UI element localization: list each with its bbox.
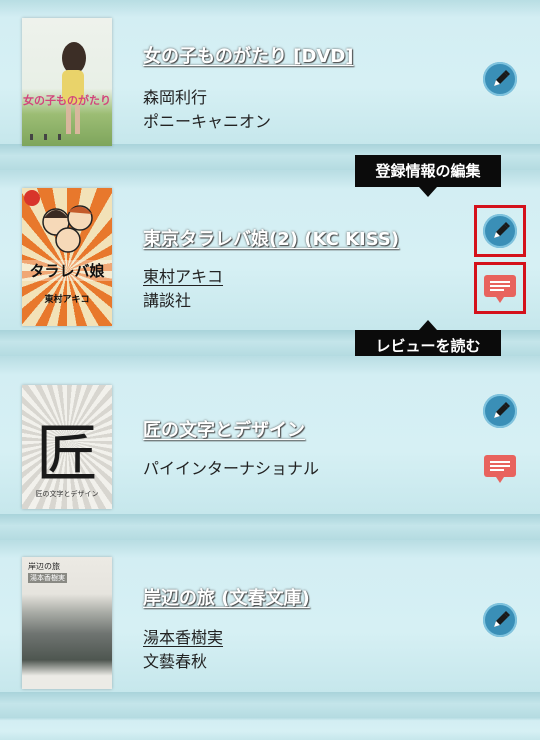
pencil-icon	[494, 611, 510, 627]
pencil-icon	[494, 222, 510, 238]
book-author: 森岡利行	[143, 88, 208, 107]
cover-title: タラレバ娘	[22, 260, 112, 281]
book-publisher: ポニーキャニオン	[143, 112, 272, 131]
row-separator	[0, 692, 540, 718]
cover-author: 東村アキコ	[44, 295, 90, 305]
next-row-partial	[0, 718, 540, 740]
book-title-link[interactable]: 女の子ものがたり [DVD]	[143, 42, 354, 68]
cover-art	[24, 190, 93, 253]
cover-art	[30, 42, 86, 140]
edit-button[interactable]	[483, 603, 517, 637]
book-cover-3[interactable]: 匠 匠の文字とデザイン	[22, 385, 112, 509]
book-publisher: パイインターナショナル	[143, 459, 320, 478]
book-publisher: 講談社	[143, 291, 192, 310]
cover-title: 岸辺の旅	[28, 562, 60, 571]
book-cover-2[interactable]: タラレバ娘 東村アキコ	[22, 188, 112, 326]
cover-title: 匠	[35, 417, 98, 490]
speech-bubble-icon	[484, 455, 516, 483]
review-button[interactable]	[482, 453, 518, 485]
row-separator	[0, 514, 540, 540]
book-author-link[interactable]: 東村アキコ	[143, 263, 223, 287]
book-publisher: 文藝春秋	[143, 652, 208, 671]
book-title-link[interactable]: 東京タラレバ娘(2) (KC KISS)	[143, 225, 399, 251]
speech-bubble-icon	[484, 275, 516, 303]
review-button[interactable]	[482, 273, 518, 305]
pencil-icon	[494, 402, 510, 418]
pencil-icon	[494, 70, 510, 86]
book-title-link[interactable]: 匠の文字とデザイン	[143, 416, 305, 442]
edit-button[interactable]	[483, 394, 517, 428]
book-cover-1[interactable]: 女の子ものがたり	[22, 18, 112, 146]
cover-author: 湯本香樹実	[28, 573, 67, 583]
book-author-link[interactable]: 湯本香樹実	[143, 624, 223, 648]
edit-button[interactable]	[483, 214, 517, 248]
cover-title: 女の子ものがたり	[23, 94, 111, 107]
book-title-link[interactable]: 岸辺の旅 (文春文庫)	[143, 584, 310, 610]
edit-button[interactable]	[483, 62, 517, 96]
cover-subtitle: 匠の文字とデザイン	[35, 490, 99, 498]
book-cover-4[interactable]: 岸辺の旅 湯本香樹実	[22, 557, 112, 689]
edit-tooltip: 登録情報の編集	[355, 155, 501, 197]
